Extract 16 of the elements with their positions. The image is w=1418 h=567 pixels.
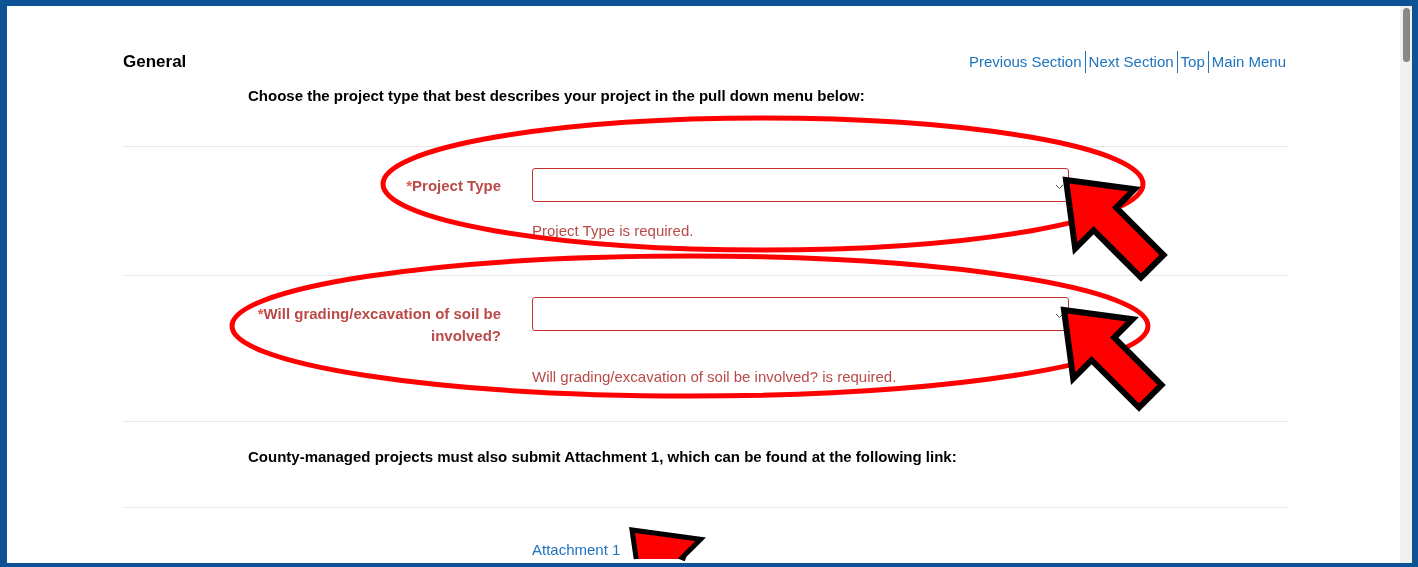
section-title: General (123, 51, 187, 74)
instruction-text: Choose the project type that best describes your project in the pull down menu below: (248, 87, 865, 104)
nav-link[interactable]: Main Menu (1207, 50, 1289, 74)
attachment-link[interactable]: Attachment 1 (532, 541, 621, 558)
nav-link[interactable]: Top (1176, 50, 1208, 74)
note-text: County-managed projects must also submit Attachment 1, which can be found at the following link: (248, 448, 957, 465)
nav-link[interactable]: Previous Section (966, 50, 1085, 74)
error-message: Project Type is required. (532, 222, 694, 239)
scrollbar[interactable] (1400, 6, 1412, 563)
field-label: *Project Type (406, 176, 501, 196)
error-message: Will grading/excavation of soil be involved? is required. (532, 368, 897, 385)
select-field[interactable] (532, 297, 1069, 331)
nav-link[interactable]: Next Section (1084, 50, 1177, 74)
field-label: *Will grading/excavation of soil be involved? (256, 304, 501, 346)
chevron-down-icon (1055, 184, 1064, 190)
select-field[interactable] (532, 168, 1069, 202)
